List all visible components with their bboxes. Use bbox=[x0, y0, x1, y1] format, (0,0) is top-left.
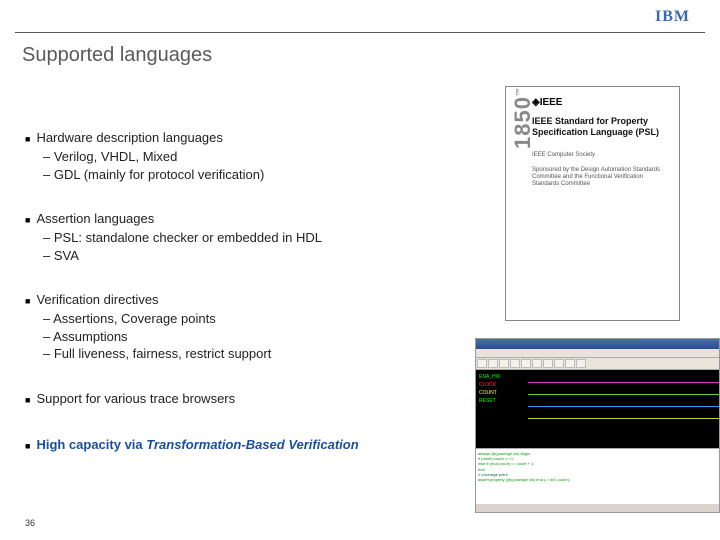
page-number: 36 bbox=[25, 518, 35, 528]
sub-item: – Assumptions bbox=[43, 328, 465, 346]
bullet-text: Support for various trace browsers bbox=[36, 391, 235, 406]
bullet-square-icon: ■ bbox=[25, 130, 30, 148]
bullet-trace: ■ Support for various trace browsers bbox=[25, 391, 465, 409]
sub-item: – PSL: standalone checker or embedded in… bbox=[43, 229, 465, 247]
window-toolbar bbox=[476, 358, 719, 370]
bullet-directives: ■ Verification directives – Assertions, … bbox=[25, 292, 465, 363]
bullet-highlight: ■ High capacity via Transformation-Based… bbox=[25, 437, 465, 455]
signal-name: CLOCK bbox=[479, 381, 525, 389]
wave-canvas bbox=[528, 370, 719, 448]
sub-item: – Full liveness, fairness, restrict supp… bbox=[43, 345, 465, 363]
slide-title: Supported languages bbox=[22, 44, 212, 67]
sub-item: – SVA bbox=[43, 247, 465, 265]
ieee-logo: ◈IEEE bbox=[532, 97, 669, 108]
signal-name: RESET bbox=[479, 397, 525, 405]
bullet-square-icon: ■ bbox=[25, 292, 30, 310]
ieee-sponsor: Sponsored by the Design Automation Stand… bbox=[532, 167, 669, 189]
signal-name: COUNT bbox=[479, 389, 525, 397]
sub-item: – GDL (mainly for protocol verification) bbox=[43, 166, 465, 184]
code-view: always @(posedge clk) begin if (reset) c… bbox=[476, 448, 719, 504]
waveform-area: ENA_HW CLOCK COUNT RESET bbox=[476, 370, 719, 448]
sub-item: – Verilog, VHDL, Mixed bbox=[43, 148, 465, 166]
code-line: assert property (@(posedge clk) ena |-> … bbox=[478, 477, 717, 482]
signal-name: ENA_HW bbox=[479, 373, 525, 381]
highlight-italic: Transformation-Based Verification bbox=[146, 437, 358, 452]
window-titlebar bbox=[476, 339, 719, 349]
bullet-text: Verification directives bbox=[36, 292, 158, 307]
bullet-square-icon: ■ bbox=[25, 437, 30, 455]
bullet-text: Assertion languages bbox=[36, 211, 154, 226]
highlight-prefix: High capacity via bbox=[36, 437, 146, 452]
sub-item: – Assertions, Coverage points bbox=[43, 310, 465, 328]
bullet-assertion: ■ Assertion languages – PSL: standalone … bbox=[25, 211, 465, 264]
ieee-doc-title: IEEE Standard for Property Specification… bbox=[532, 116, 669, 138]
trace-browser-screenshot: ENA_HW CLOCK COUNT RESET always @(posedg… bbox=[475, 338, 720, 513]
bullet-square-icon: ■ bbox=[25, 211, 30, 229]
header-rule bbox=[15, 32, 705, 33]
bullet-hdl: ■ Hardware description languages – Veril… bbox=[25, 130, 465, 183]
bullet-text: Hardware description languages bbox=[36, 130, 222, 145]
ieee-side-number: 1850™ bbox=[510, 87, 536, 149]
window-menubar bbox=[476, 349, 719, 358]
ieee-standard-cover: 1850™ ◈IEEE IEEE Standard for Property S… bbox=[505, 86, 680, 321]
signal-list: ENA_HW CLOCK COUNT RESET bbox=[476, 370, 528, 448]
ibm-logo: IBM bbox=[655, 8, 690, 26]
ieee-society: IEEE Computer Society bbox=[532, 152, 669, 159]
ibm-logo-text: IBM bbox=[655, 8, 690, 26]
bullet-text: High capacity via Transformation-Based V… bbox=[36, 437, 358, 452]
bullet-square-icon: ■ bbox=[25, 391, 30, 409]
slide-content: ■ Hardware description languages – Veril… bbox=[25, 130, 465, 483]
